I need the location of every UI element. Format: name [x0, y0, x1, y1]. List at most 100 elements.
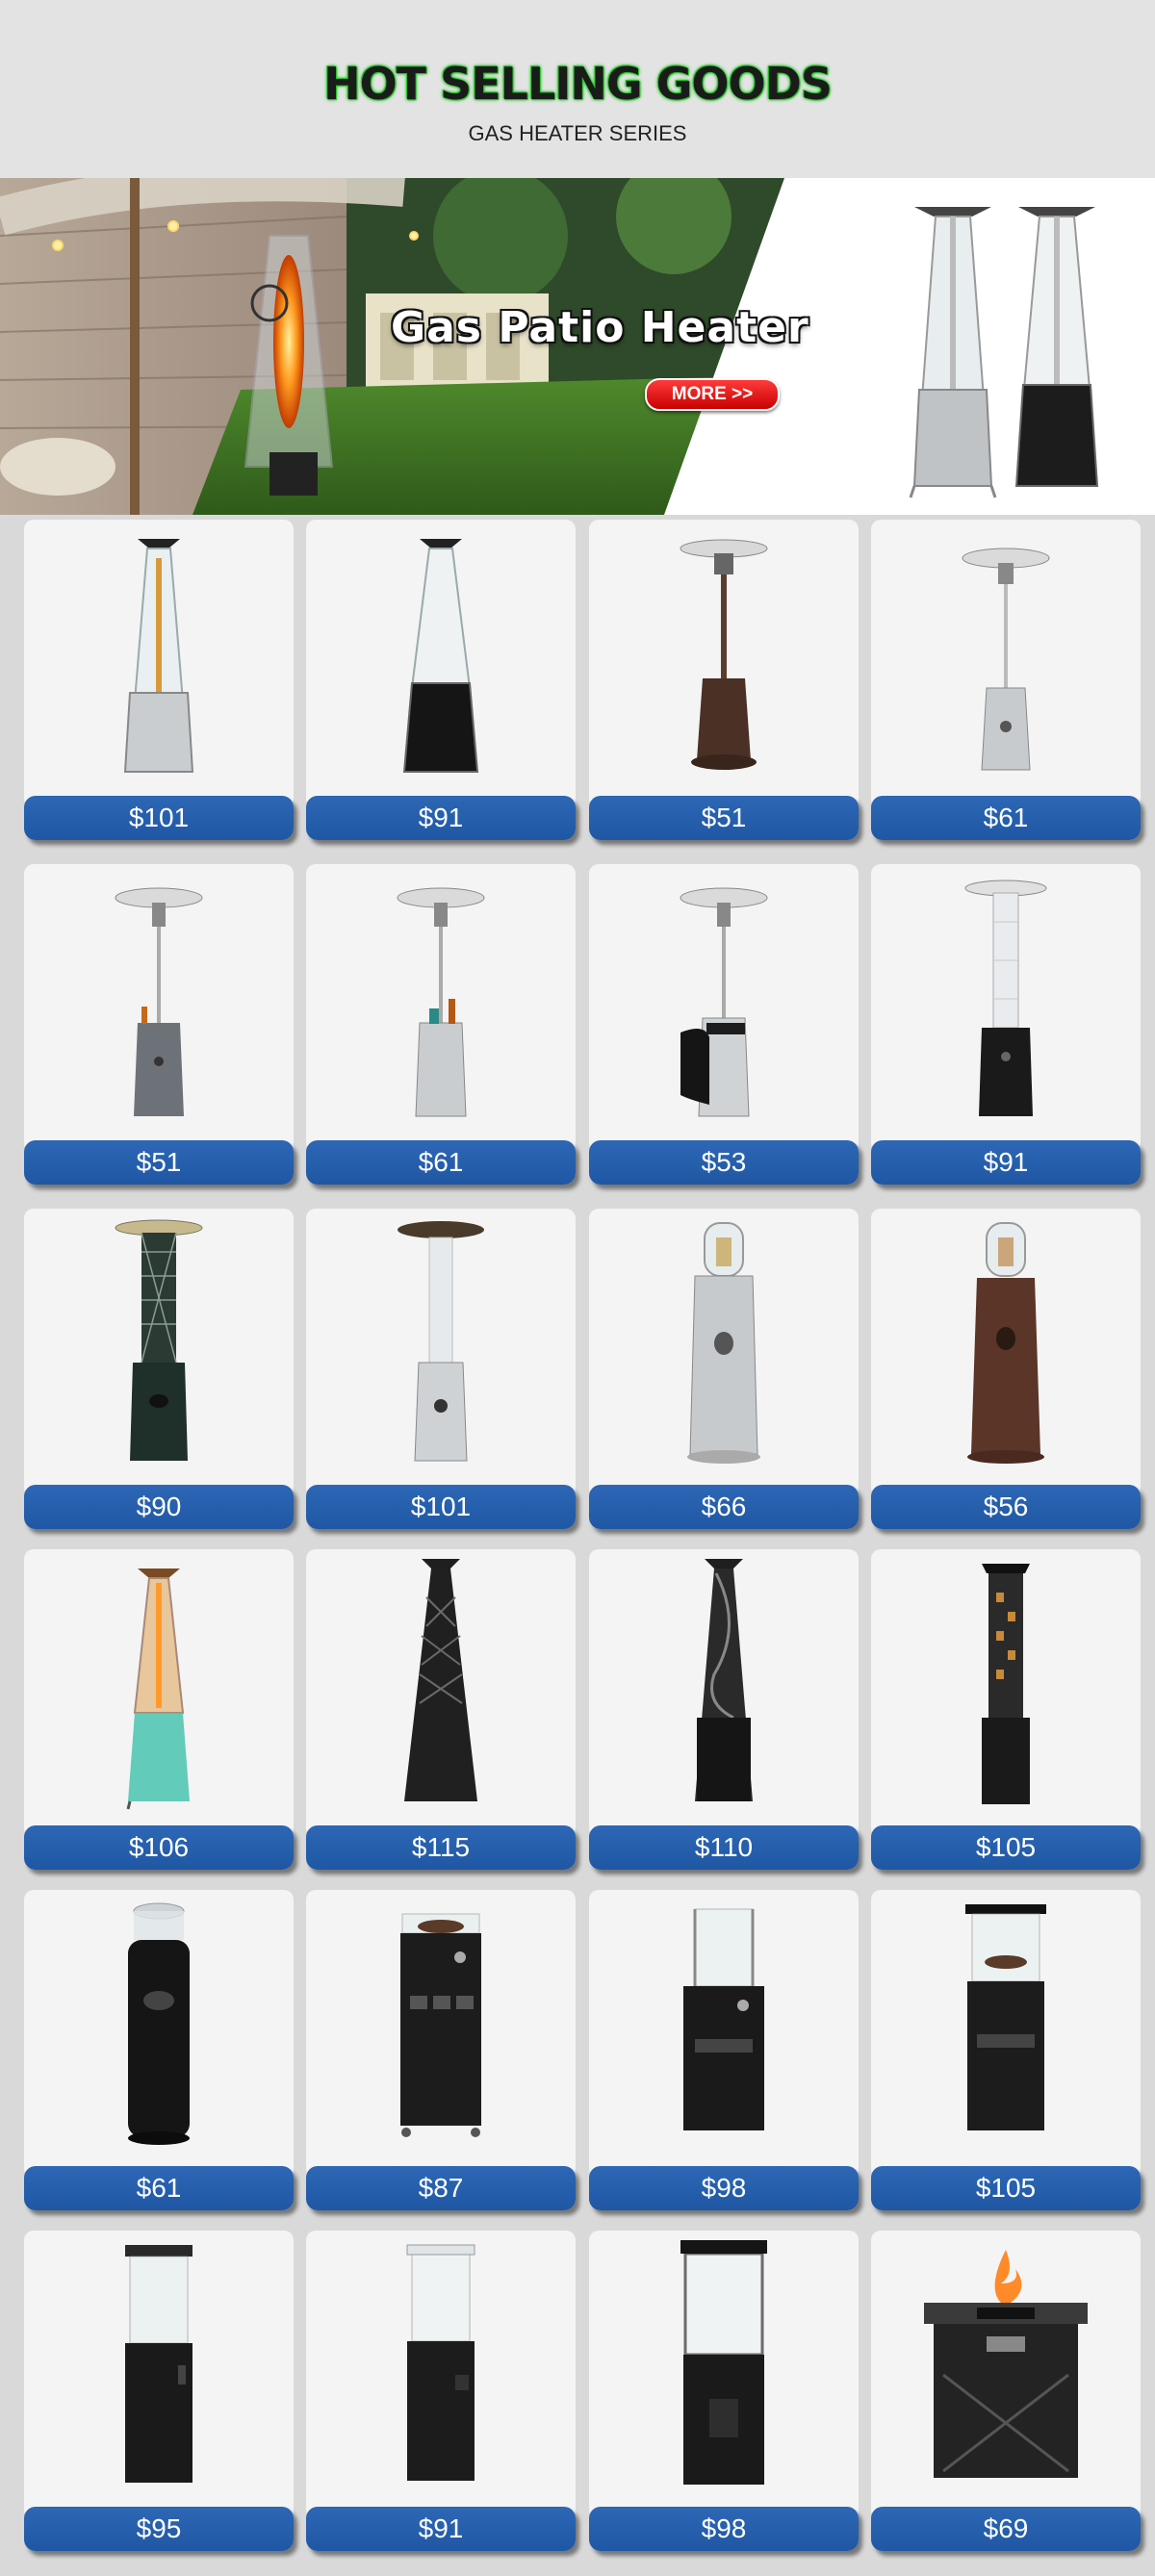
- price-button[interactable]: $91: [306, 2507, 576, 2551]
- pyramid-heater-lattice-black-icon: [404, 1559, 477, 1801]
- price-button[interactable]: $87: [306, 2166, 576, 2210]
- mesh-tube-heater-green-icon: [115, 1219, 203, 1461]
- price-button[interactable]: $106: [24, 1825, 294, 1870]
- product-card[interactable]: $56: [871, 1209, 1141, 1529]
- price-button[interactable]: $95: [24, 2507, 294, 2551]
- product-card[interactable]: $87: [306, 1890, 576, 2210]
- square-tower-heater-icon: [982, 1564, 1030, 1804]
- page-header: HOT SELLING GOODS GAS HEATER SERIES: [0, 0, 1155, 178]
- product-image[interactable]: [871, 1549, 1141, 1838]
- price-button[interactable]: $105: [871, 1825, 1141, 1870]
- product-card[interactable]: $105: [871, 1549, 1141, 1870]
- product-image[interactable]: [24, 864, 294, 1153]
- product-card[interactable]: $51: [24, 864, 294, 1185]
- price-button[interactable]: $98: [589, 2166, 859, 2210]
- promo-banner[interactable]: Gas Patio Heater MORE >>: [0, 178, 1155, 515]
- pyramid-heater-twist-black-icon: [695, 1559, 753, 1801]
- column-glass-heater-round-icon: [406, 2244, 475, 2481]
- product-image[interactable]: [306, 1549, 576, 1838]
- product-card[interactable]: $61: [306, 864, 576, 1185]
- price-button[interactable]: $98: [589, 2507, 859, 2551]
- product-card[interactable]: $90: [24, 1209, 294, 1529]
- product-image[interactable]: [871, 1209, 1141, 1497]
- product-card[interactable]: $91: [306, 520, 576, 840]
- product-image[interactable]: [24, 1209, 294, 1497]
- pyramid-heater-black-icon: [1014, 207, 1099, 487]
- product-image[interactable]: [871, 1890, 1141, 2179]
- product-card[interactable]: $110: [589, 1549, 859, 1870]
- product-image[interactable]: [871, 520, 1141, 808]
- tall-glass-tower-heater-icon: [680, 2240, 767, 2485]
- price-button[interactable]: $61: [871, 796, 1141, 840]
- product-card[interactable]: $91: [306, 2231, 576, 2551]
- price-button[interactable]: $115: [306, 1825, 576, 1870]
- more-button[interactable]: MORE >>: [645, 378, 780, 411]
- price-button[interactable]: $69: [871, 2507, 1141, 2551]
- price-button[interactable]: $101: [24, 796, 294, 840]
- price-button[interactable]: $101: [306, 1485, 576, 1529]
- product-card[interactable]: $98: [589, 1890, 859, 2210]
- product-card[interactable]: $105: [871, 1890, 1141, 2210]
- column-glass-heater-icon: [125, 2245, 192, 2483]
- product-image[interactable]: [871, 2231, 1141, 2519]
- price-button[interactable]: $66: [589, 1485, 859, 1529]
- dome-heater-steel-icon: [687, 1222, 760, 1464]
- pyramid-heater-led-icon: [126, 1569, 190, 1810]
- cylinder-fire-heater-icon: [128, 1902, 190, 2145]
- price-button[interactable]: $91: [306, 796, 576, 840]
- product-card[interactable]: $98: [589, 2231, 859, 2551]
- product-image[interactable]: [871, 864, 1141, 1153]
- product-image[interactable]: [306, 864, 576, 1153]
- price-button[interactable]: $56: [871, 1485, 1141, 1529]
- cabinet-roof-heater-icon: [965, 1904, 1046, 2130]
- product-image[interactable]: [306, 1890, 576, 2179]
- price-button[interactable]: $105: [871, 2166, 1141, 2210]
- mushroom-heater-table-gray-icon: [115, 887, 203, 1116]
- product-image[interactable]: [589, 1890, 859, 2179]
- product-image[interactable]: [24, 1890, 294, 2179]
- banner-headline: Gas Patio Heater: [391, 303, 809, 352]
- product-card[interactable]: $91: [871, 864, 1141, 1185]
- product-image[interactable]: [589, 864, 859, 1153]
- mushroom-heater-silver-icon: [962, 548, 1050, 771]
- product-card[interactable]: $53: [589, 864, 859, 1185]
- product-image[interactable]: [589, 1549, 859, 1838]
- product-image[interactable]: [306, 1209, 576, 1497]
- product-card[interactable]: $101: [306, 1209, 576, 1529]
- product-card[interactable]: $69: [871, 2231, 1141, 2551]
- cabinet-log-heater-icon: [400, 1913, 481, 2137]
- price-button[interactable]: $61: [306, 1140, 576, 1185]
- mushroom-heater-table-steel-icon: [397, 887, 485, 1117]
- product-image[interactable]: [589, 1209, 859, 1497]
- mushroom-heater-bronze-icon: [680, 539, 768, 770]
- product-image[interactable]: [589, 520, 859, 808]
- price-button[interactable]: $53: [589, 1140, 859, 1185]
- product-card[interactable]: $95: [24, 2231, 294, 2551]
- product-card[interactable]: $61: [871, 520, 1141, 840]
- mushroom-heater-door-icon: [680, 887, 768, 1117]
- fire-pit-table-icon: [924, 2250, 1088, 2478]
- price-button[interactable]: $91: [871, 1140, 1141, 1185]
- price-button[interactable]: $51: [589, 796, 859, 840]
- product-card[interactable]: $115: [306, 1549, 576, 1870]
- product-card[interactable]: $106: [24, 1549, 294, 1870]
- product-image[interactable]: [24, 520, 294, 808]
- price-button[interactable]: $90: [24, 1485, 294, 1529]
- product-image[interactable]: [24, 1549, 294, 1838]
- dome-heater-bronze-icon: [967, 1222, 1044, 1464]
- price-button[interactable]: $51: [24, 1140, 294, 1185]
- pyramid-glass-heater-black-icon: [402, 539, 479, 773]
- page-subtitle: GAS HEATER SERIES: [468, 121, 687, 145]
- cabinet-glass-heater-icon: [683, 1908, 764, 2130]
- product-image[interactable]: [24, 2231, 294, 2519]
- product-image[interactable]: [589, 2231, 859, 2519]
- product-card[interactable]: $61: [24, 1890, 294, 2210]
- price-button[interactable]: $110: [589, 1825, 859, 1870]
- product-image[interactable]: [306, 520, 576, 808]
- flame-tube-heater-black-icon: [964, 880, 1047, 1116]
- product-image[interactable]: [306, 2231, 576, 2519]
- product-card[interactable]: $101: [24, 520, 294, 840]
- price-button[interactable]: $61: [24, 2166, 294, 2210]
- product-card[interactable]: $51: [589, 520, 859, 840]
- product-card[interactable]: $66: [589, 1209, 859, 1529]
